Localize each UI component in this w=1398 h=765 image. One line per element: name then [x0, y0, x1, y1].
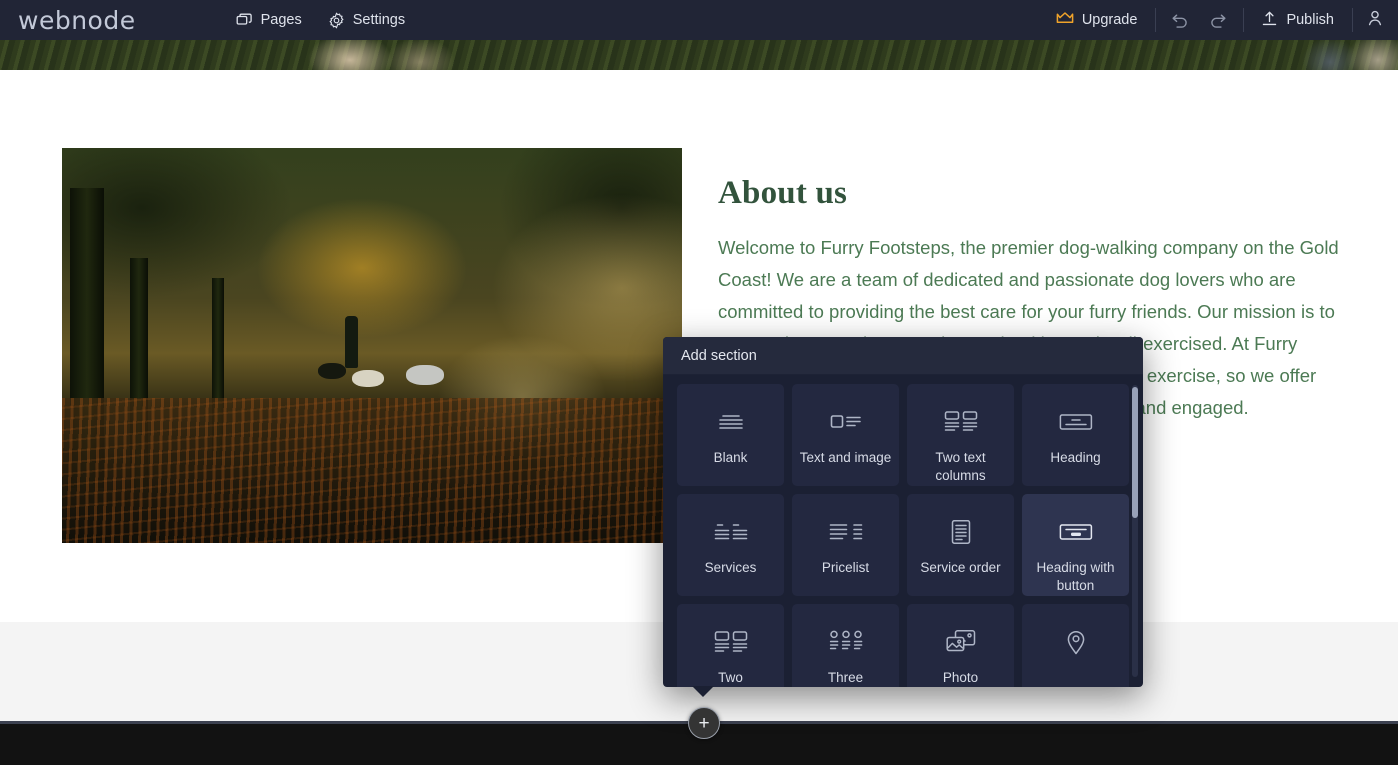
- section-tile-label: Photo: [942, 670, 979, 685]
- section-tile-photo[interactable]: Photo: [907, 604, 1014, 687]
- section-tile-blank[interactable]: Blank: [677, 384, 784, 486]
- webnode-editor: webnode Pages Settings Upgrade Publish A…: [0, 0, 1398, 765]
- section-tile-map[interactable]: [1022, 604, 1129, 687]
- section-tile-label: Text and image: [799, 450, 892, 465]
- panel-scrollbar-thumb[interactable]: [1132, 387, 1138, 518]
- publish-button[interactable]: Publish: [1243, 0, 1352, 40]
- pricelist-icon: [829, 515, 863, 549]
- section-tile-label: Blank: [713, 450, 748, 465]
- map-pin-icon: [1065, 625, 1087, 659]
- section-tile-label: Two: [718, 670, 743, 685]
- section-tile-label: Heading: [1050, 450, 1101, 465]
- nav-settings-label: Settings: [352, 12, 406, 28]
- nav-pages-label: Pages: [260, 12, 302, 28]
- account-button[interactable]: [1352, 0, 1398, 40]
- section-tile-label: Three: [827, 670, 864, 685]
- section-tile-three[interactable]: Three: [792, 604, 899, 687]
- hero-banner-photo[interactable]: [0, 40, 1398, 70]
- heading-icon: [1059, 405, 1093, 439]
- section-tile-text-and-image[interactable]: Text and image: [792, 384, 899, 486]
- section-tile-label: Heading with button: [1036, 560, 1115, 593]
- section-tile-label: Two text columns: [935, 450, 986, 483]
- editor-top-bar: webnode Pages Settings Upgrade Publish: [0, 0, 1398, 40]
- services-icon: [714, 515, 748, 549]
- editor-bar-actions: Upgrade Publish: [1038, 0, 1398, 40]
- section-tile-heading[interactable]: Heading: [1022, 384, 1129, 486]
- two-columns-icon: [714, 625, 748, 659]
- about-photo[interactable]: [62, 148, 682, 543]
- photo-figure: [345, 316, 358, 368]
- editor-bar-nav: Pages Settings: [236, 11, 406, 29]
- text-and-image-icon: [830, 405, 862, 439]
- add-section-title: Add section: [681, 347, 757, 364]
- photo-gallery-icon: [945, 625, 977, 659]
- panel-pointer-arrow: [692, 686, 714, 697]
- redo-icon[interactable]: [1209, 12, 1227, 28]
- history-controls: [1155, 0, 1243, 40]
- undo-icon[interactable]: [1171, 12, 1189, 28]
- section-tile-two-text-columns[interactable]: Two text columns: [907, 384, 1014, 486]
- webnode-logo[interactable]: webnode: [18, 8, 136, 33]
- service-order-icon: [950, 515, 972, 549]
- blank-lines-icon: [716, 405, 746, 439]
- publish-label: Publish: [1286, 12, 1334, 28]
- section-tile-services[interactable]: Services: [677, 494, 784, 596]
- upgrade-button[interactable]: Upgrade: [1038, 0, 1156, 40]
- photo-ground: [62, 398, 682, 543]
- three-columns-icon: [829, 625, 863, 659]
- nav-pages[interactable]: Pages: [236, 12, 302, 29]
- section-tile-two[interactable]: Two: [677, 604, 784, 687]
- heading-with-button-icon: [1059, 515, 1093, 549]
- section-tile-heading-with-button[interactable]: Heading with button: [1022, 494, 1129, 596]
- section-tile-label: Pricelist: [821, 560, 870, 575]
- add-section-panel: Add section Blank Text and image Two tex…: [663, 337, 1143, 687]
- two-text-columns-icon: [944, 405, 978, 439]
- section-tile-pricelist[interactable]: Pricelist: [792, 494, 899, 596]
- add-section-panel-header: Add section: [663, 337, 1143, 375]
- nav-settings[interactable]: Settings: [328, 11, 406, 29]
- section-template-grid: Blank Text and image Two text columns He…: [677, 384, 1129, 687]
- section-tile-service-order[interactable]: Service order: [907, 494, 1014, 596]
- section-tile-label: Service order: [920, 560, 1001, 575]
- user-icon: [1366, 9, 1384, 31]
- upgrade-label: Upgrade: [1081, 12, 1138, 28]
- gear-icon: [328, 11, 345, 29]
- pages-icon: [236, 12, 253, 29]
- about-heading[interactable]: About us: [718, 175, 847, 212]
- crown-icon: [1056, 11, 1074, 29]
- upload-icon: [1261, 10, 1278, 31]
- add-section-panel-body: Blank Text and image Two text columns He…: [663, 375, 1143, 687]
- add-section-button[interactable]: +: [688, 707, 720, 739]
- section-tile-label: Services: [704, 560, 757, 575]
